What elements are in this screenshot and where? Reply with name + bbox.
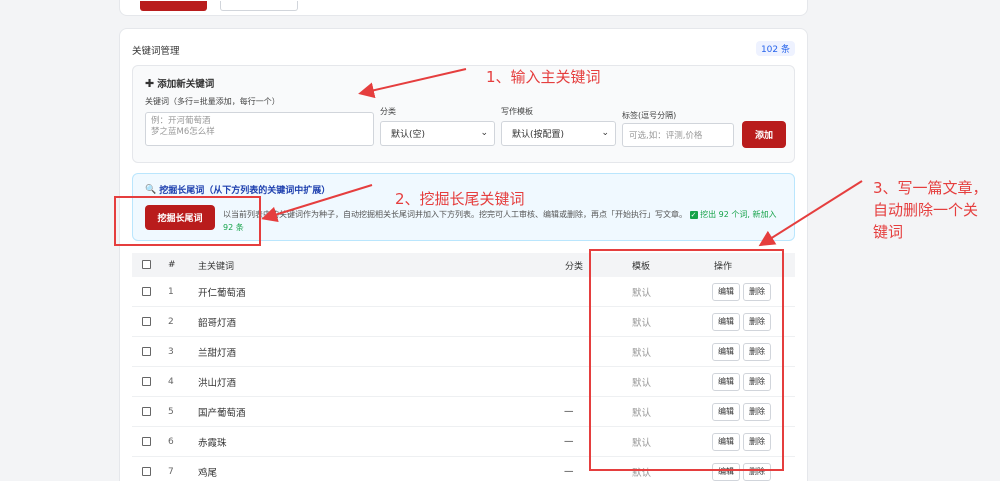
arrow-step1 — [358, 68, 467, 99]
arrow-step2 — [261, 184, 373, 223]
annotation-arrows — [261, 68, 863, 247]
arrow-step3 — [758, 180, 863, 247]
